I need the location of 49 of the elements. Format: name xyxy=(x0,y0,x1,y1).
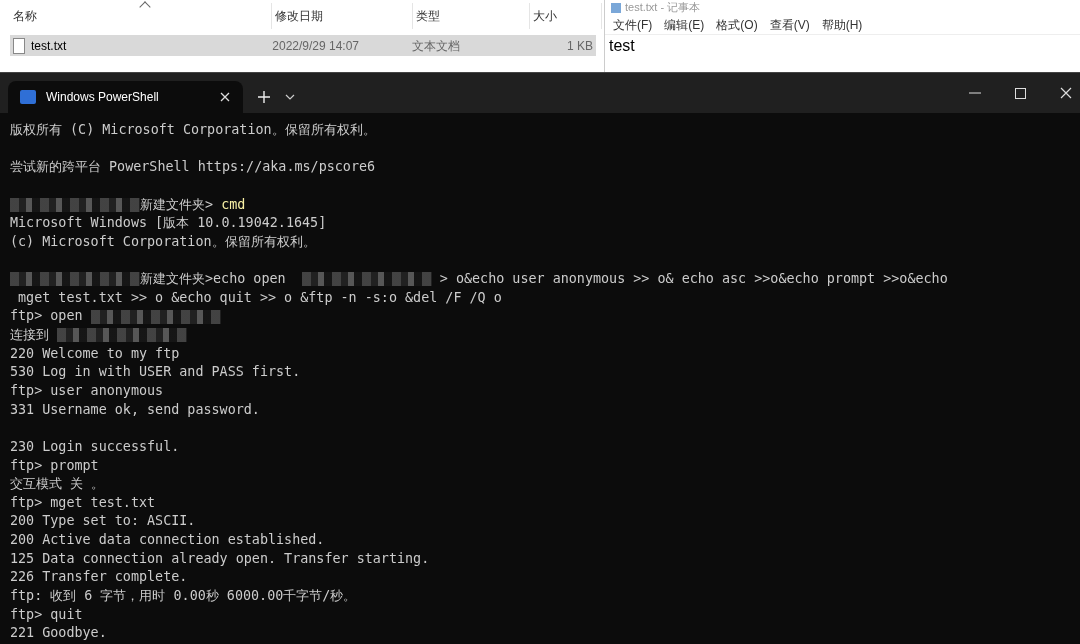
terminal-text: 331 Username ok, send password. xyxy=(10,400,260,419)
terminal-text: 220 Welcome to my ftp xyxy=(10,344,180,363)
menu-item[interactable]: 帮助(H) xyxy=(821,15,863,34)
close-icon[interactable] xyxy=(1060,87,1072,99)
terminal-text: 530 Log in with USER and PASS first. xyxy=(10,363,301,382)
column-header[interactable]: 名称 xyxy=(10,3,272,29)
menu-item[interactable]: 文件(F) xyxy=(613,15,653,34)
text-area[interactable]: test xyxy=(605,35,1080,57)
terminal-text: mget test.txt >> o &echo quit >> o &ftp -n -s:o &del /F /Q o xyxy=(17,288,502,307)
column-header[interactable]: 大小 xyxy=(530,3,602,29)
terminal-text: 版权所有 (C) Microsoft Corporation。保留所有权利。 xyxy=(10,121,376,139)
modified-date: 2022/9/29 14:07 xyxy=(271,37,361,55)
terminal-text: 226 Transfer complete. xyxy=(10,568,188,587)
terminal-text: ftp> open xyxy=(10,307,84,326)
file-row[interactable]: test.txt 2022/9/29 14:07 文本文档 1 KB xyxy=(10,35,596,56)
file-type: 文本文档 xyxy=(410,37,461,55)
maximize-icon[interactable] xyxy=(1015,87,1026,99)
terminal-text: ftp> prompt xyxy=(10,456,99,475)
dropdown-icon[interactable] xyxy=(285,94,295,100)
terminal-text: 新建文件夹>echo open xyxy=(140,270,287,289)
terminal-text: (c) Microsoft Corporation。保留所有权利。 xyxy=(10,232,316,251)
terminal-text: ftp> quit xyxy=(10,605,83,624)
terminal-text: 200 Active data connection established. xyxy=(10,531,325,550)
file-name: test.txt xyxy=(31,37,67,55)
terminal-text: Microsoft Windows [版本 10.0.19042.1645] xyxy=(10,214,327,233)
terminal-text: ftp: 收到 6 字节，用时 0.00秒 6000.00千字节/秒。 xyxy=(10,587,357,605)
column-header[interactable]: 类型 xyxy=(413,3,530,29)
terminal-text: > o&echo user anonymous >> o& echo asc >>o&echo prompt >>o&echo xyxy=(438,270,948,289)
terminal-text: 新建文件夹> xyxy=(140,195,215,214)
command-text: cmd xyxy=(221,195,246,214)
terminal-tab[interactable]: Windows PowerShell xyxy=(8,81,243,113)
terminal-text: 尝试新的跨平台 PowerShell https://aka.ms/pscore6 xyxy=(10,158,376,177)
column-header[interactable]: 修改日期 xyxy=(272,3,413,29)
new-tab-icon[interactable] xyxy=(257,90,271,104)
close-icon[interactable] xyxy=(219,91,231,103)
terminal-text: 200 Type set to: ASCII. xyxy=(10,512,196,531)
terminal-text: 125 Data connection already open. Transfer starting. xyxy=(10,549,430,568)
terminal-text: 连接到 xyxy=(10,326,50,345)
terminal-text: 230 Login successful. xyxy=(10,437,180,456)
file-icon xyxy=(13,37,25,54)
menu-item[interactable]: 编辑(E) xyxy=(664,15,705,34)
window-title: test.txt - 记事本 xyxy=(625,2,701,13)
file-size: 1 KB xyxy=(566,37,594,55)
terminal-text: ftp> user anonymous xyxy=(10,381,164,400)
terminal-text: ftp> mget test.txt xyxy=(10,493,156,512)
menu-item[interactable]: 查看(V) xyxy=(769,15,810,34)
terminal-text: 221 Goodbye. xyxy=(10,624,107,643)
menu-item[interactable]: 格式(O) xyxy=(716,15,758,34)
terminal-text: 交互模式 关 。 xyxy=(10,475,105,494)
